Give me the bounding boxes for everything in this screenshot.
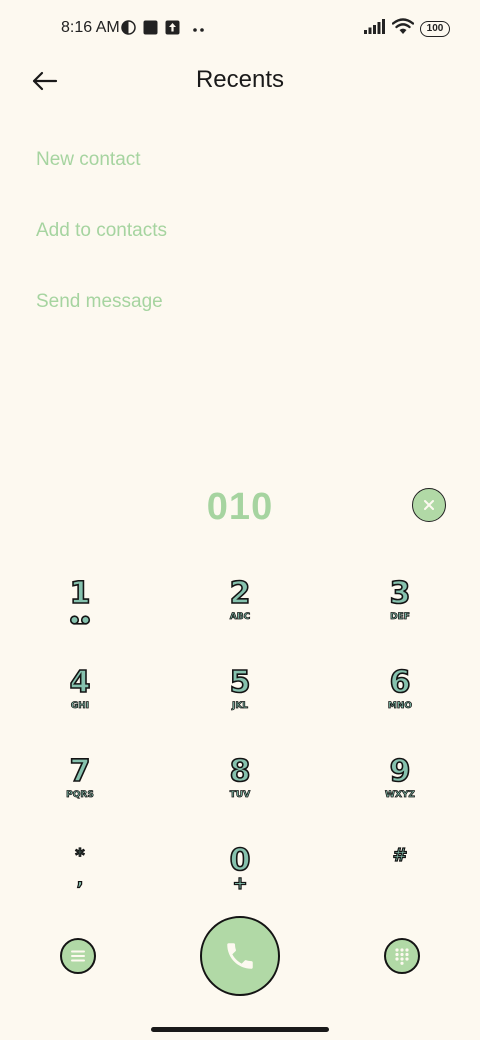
phone-icon (227, 943, 253, 969)
upload-icon (165, 20, 180, 40)
status-bar: 8:16 AM 100 (0, 0, 480, 56)
key-7-digit: 7 (69, 754, 91, 789)
dialpad-toggle-button[interactable] (384, 938, 420, 974)
status-right: 100 (364, 18, 450, 40)
key-9-letters: WXYZ (385, 790, 416, 801)
key-3-letters: DEF (390, 612, 411, 623)
signal-icon (364, 19, 386, 39)
home-indicator[interactable] (151, 1027, 329, 1032)
add-to-contacts-option[interactable]: Add to contacts (36, 220, 167, 242)
wifi-icon (391, 18, 415, 40)
key-hash-digit: # (392, 844, 408, 866)
dialed-number: 010 (206, 486, 274, 528)
key-5[interactable]: 5 JKL (190, 665, 290, 737)
key-2-digit: 2 (229, 576, 251, 611)
more-notifications-icon (192, 22, 206, 40)
key-star-letters: , (76, 868, 84, 890)
square-app-icon (143, 20, 158, 40)
status-time: 8:16 AM (61, 19, 120, 36)
page-title: Recents (195, 66, 285, 93)
close-icon (424, 500, 434, 510)
key-8-digit: 8 (229, 754, 251, 789)
key-4-letters: GHI (70, 701, 90, 712)
dialpad-icon (395, 948, 409, 965)
call-button[interactable] (200, 916, 280, 996)
menu-icon (71, 950, 85, 962)
key-5-digit: 5 (229, 665, 251, 700)
new-contact-option[interactable]: New contact (36, 149, 141, 171)
key-star-digit: * (75, 844, 86, 866)
menu-button[interactable] (60, 938, 96, 974)
key-6[interactable]: 6 MNO (350, 665, 450, 737)
key-9-digit: 9 (389, 754, 411, 789)
key-1[interactable]: 1 (30, 576, 130, 648)
key-6-digit: 6 (389, 665, 411, 700)
key-star[interactable]: * , (30, 844, 130, 915)
key-6-letters: MNO (387, 701, 413, 712)
key-5-letters: JKL (231, 701, 249, 712)
key-8[interactable]: 8 TUV (190, 754, 290, 826)
key-2[interactable]: 2 ABC (190, 576, 290, 648)
key-0[interactable]: 0 + (190, 844, 290, 915)
key-3[interactable]: 3 DEF (350, 576, 450, 648)
key-8-letters: TUV (229, 790, 251, 801)
voicemail-icon (69, 612, 91, 630)
key-hash[interactable]: # (350, 844, 450, 915)
key-2-letters: ABC (229, 612, 251, 623)
key-7-letters: PQRS (66, 790, 94, 801)
key-0-letters: + (232, 872, 248, 894)
send-message-option[interactable]: Send message (36, 291, 163, 313)
key-4-digit: 4 (69, 665, 91, 700)
key-4[interactable]: 4 GHI (30, 665, 130, 737)
key-9[interactable]: 9 WXYZ (350, 754, 450, 826)
key-7[interactable]: 7 PQRS (30, 754, 130, 826)
key-1-digit: 1 (69, 576, 91, 611)
vpn-icon (121, 20, 136, 40)
key-3-digit: 3 (389, 576, 411, 611)
battery-icon: 100 (420, 21, 450, 37)
clear-button[interactable] (412, 488, 446, 522)
